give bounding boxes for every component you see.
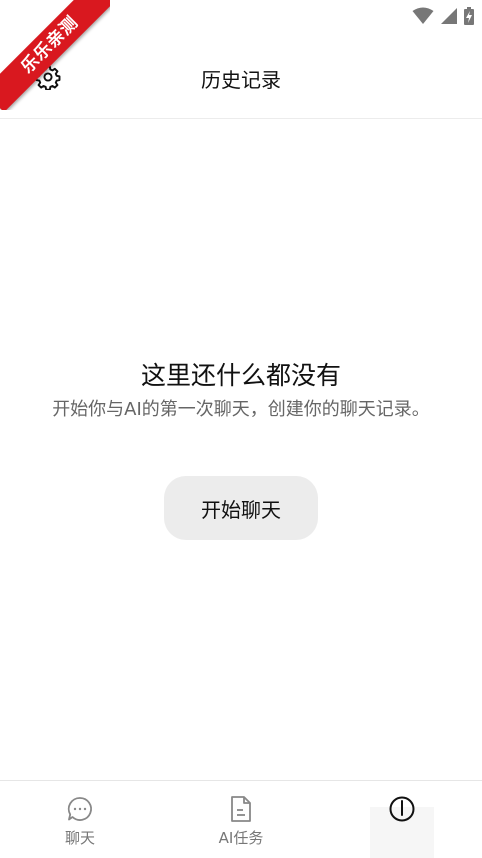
empty-state: 这里还什么都没有 开始你与AI的第一次聊天，创建你的聊天记录。 — [0, 360, 482, 424]
history-icon — [389, 796, 415, 822]
document-icon — [231, 796, 251, 822]
nav-item-ai-tasks[interactable]: AI任务 — [161, 781, 321, 858]
start-chat-button[interactable]: 开始聊天 — [164, 476, 318, 540]
history-screen: 乐乐亲测 历史记录 这里还什么都没有 开始你与AI的第一次聊天，创建你的聊天记录… — [0, 0, 482, 858]
nav-label-ai-tasks: AI任务 — [218, 829, 264, 847]
signal-icon — [441, 8, 457, 24]
bottom-nav: 聊天 AI任务 — [0, 780, 482, 858]
nav-item-history[interactable] — [322, 781, 482, 858]
chat-bubble-icon — [67, 797, 92, 821]
nav-label-chat: 聊天 — [64, 829, 95, 847]
nav-item-chat[interactable]: 聊天 — [0, 781, 160, 858]
empty-state-description: 开始你与AI的第一次聊天，创建你的聊天记录。 — [52, 399, 430, 420]
watermark-ribbon: 乐乐亲测 — [0, 0, 110, 110]
wifi-icon — [412, 7, 434, 24]
battery-charging-icon — [464, 7, 474, 25]
header-divider — [0, 118, 482, 119]
empty-state-title: 这里还什么都没有 — [140, 361, 341, 390]
watermark-text: 乐乐亲测 — [0, 0, 110, 110]
